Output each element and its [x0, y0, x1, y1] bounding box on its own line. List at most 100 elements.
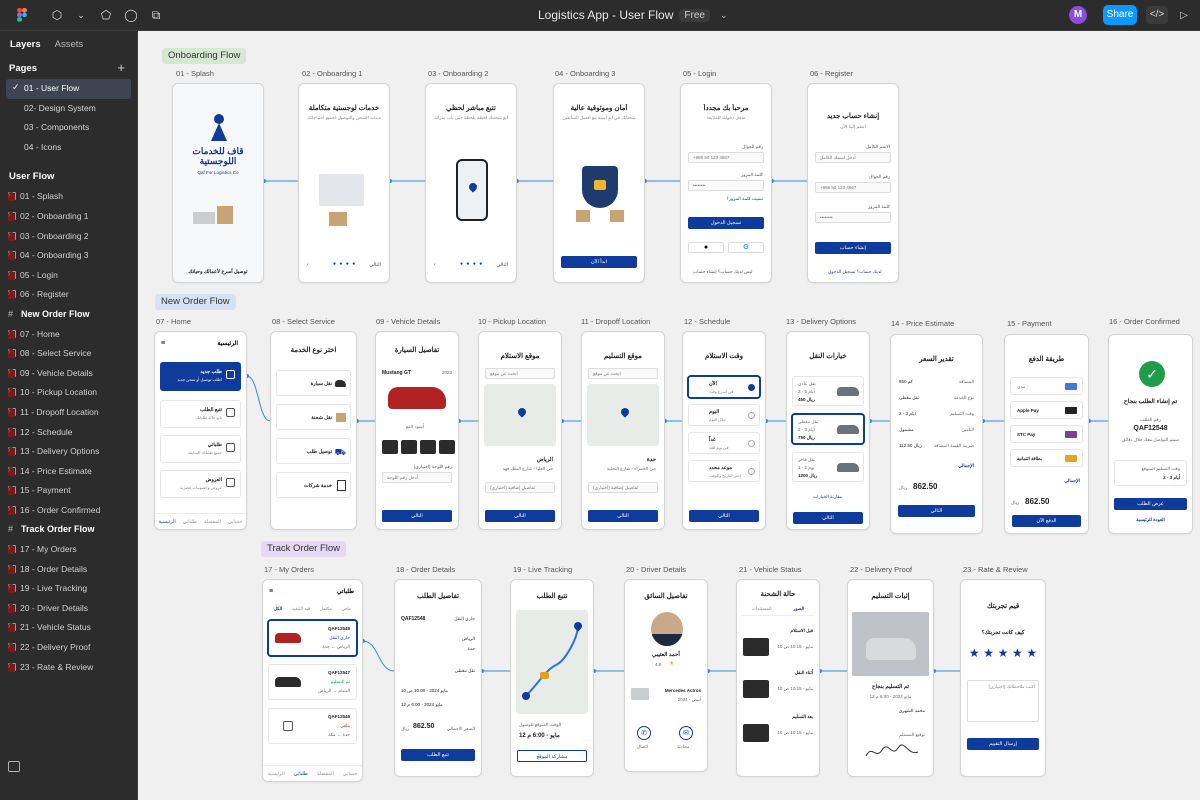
view-order-button[interactable]: عرض الطلب — [1114, 498, 1187, 510]
schedule-option[interactable]: موعد محدد اختر التاريخ والوقت — [688, 460, 760, 482]
next-button[interactable]: التالي — [588, 510, 658, 522]
layer-frame[interactable]: › 12 - Schedule — [0, 423, 137, 443]
file-title[interactable]: Logistics App - User Flow — [538, 8, 673, 22]
chevron-right-icon[interactable]: › — [8, 368, 15, 378]
next-button[interactable]: التالي — [898, 505, 975, 517]
star-rating[interactable]: ★ ★ ★ ★ ★ — [967, 646, 1039, 660]
chevron-right-icon[interactable]: › — [8, 466, 15, 476]
delivery-photo[interactable] — [852, 612, 929, 676]
chevron-right-icon[interactable]: › — [8, 505, 15, 515]
nav-orders[interactable]: طلباتي — [183, 519, 197, 525]
register-button[interactable]: إنشاء حساب — [815, 242, 891, 254]
nav-orders[interactable]: طلباتي — [294, 771, 308, 777]
frame-onboarding-2[interactable]: تتبع مباشر لحظي تابع شحنتك لحظة بلحظة حت… — [425, 83, 517, 283]
back-home-link[interactable]: العودة للرئيسية — [1109, 517, 1192, 523]
password-field[interactable]: •••••••• — [815, 212, 891, 223]
next-button[interactable]: التالي — [793, 512, 863, 524]
plate-field[interactable]: أدخل رقم اللوحة — [382, 472, 452, 483]
avatar[interactable]: M — [1069, 6, 1087, 24]
star-icon[interactable]: ★ — [998, 646, 1009, 660]
chevron-right-icon[interactable]: › — [8, 603, 15, 613]
layer-frame[interactable]: › 09 - Vehicle Details — [0, 364, 137, 384]
page-item[interactable]: 02- Design System — [0, 99, 137, 119]
service-option[interactable]: خدمة شركات — [276, 472, 351, 498]
chevron-right-icon[interactable]: › — [8, 643, 15, 653]
panel-toggle-icon[interactable] — [8, 761, 20, 772]
google-icon[interactable]: G — [728, 242, 764, 253]
schedule-option[interactable]: الآن في أسرع وقت — [688, 376, 760, 398]
shape-tool-icon[interactable]: ⬠ — [98, 7, 114, 23]
nav-account[interactable]: حسابي — [343, 771, 358, 777]
frame-payment[interactable]: طريقة الدفع مدى Apple Pay STC Pay بطاقة … — [1004, 334, 1089, 534]
thumb-image[interactable] — [382, 440, 398, 454]
layer-frame[interactable]: › 11 - Dropoff Location — [0, 403, 137, 423]
payment-method[interactable]: مدى — [1010, 377, 1083, 395]
comment-field[interactable]: أكتب ملاحظاتك (اختياري) — [967, 680, 1039, 722]
layer-frame[interactable]: › 13 - Delivery Options — [0, 442, 137, 462]
service-option[interactable]: نقل شحنة — [276, 404, 351, 430]
frame-driver-details[interactable]: تفاصيل السائق أحمد العتيبي 4.8 ★ Mercede… — [624, 579, 708, 772]
frame-vehicle-status[interactable]: حالة الشحنة المستندات الصور قبل الاستلام… — [736, 579, 820, 777]
schedule-option[interactable]: غداً في يوم الغد — [688, 432, 760, 454]
chevron-right-icon[interactable]: › — [8, 662, 15, 672]
payment-method[interactable]: STC Pay — [1010, 425, 1083, 443]
layer-frame[interactable]: › 04 - Onboarding 3 — [0, 246, 137, 266]
compare-link[interactable]: مقارنة الخيارات — [813, 494, 842, 500]
frame-login[interactable]: مرحباً بك مجدداً سجل دخولك للمتابعة رقم … — [680, 83, 772, 283]
menu-icon[interactable]: ≡ — [269, 588, 273, 595]
chevron-right-icon[interactable]: › — [8, 447, 15, 457]
tab-completed[interactable]: مكتمل — [320, 606, 332, 612]
figma-logo-icon[interactable] — [14, 7, 30, 23]
thumb-image[interactable] — [401, 440, 417, 454]
chevron-right-icon[interactable]: › — [8, 290, 15, 300]
track-order-button[interactable]: تتبع الطلب — [401, 749, 475, 761]
design-canvas[interactable]: Onboarding Flow New Order Flow Track Ord… — [138, 31, 1200, 800]
frame-rate-review[interactable]: قيم تجربتك كيف كانت تجربتك؟ ★ ★ ★ ★ ★ أكتب م… — [960, 579, 1046, 777]
chevron-right-icon[interactable]: › — [8, 231, 15, 241]
chevron-right-icon[interactable]: › — [8, 251, 15, 261]
star-icon[interactable]: ★ — [1026, 646, 1037, 660]
layer-section[interactable]: # New Order Flow — [0, 305, 137, 325]
thumb-image[interactable] — [439, 440, 455, 454]
frame-delivery-options[interactable]: خيارات النقل نقل عادي 3 - 5 أيام 450 ريا… — [786, 331, 870, 530]
order-card[interactable]: QAF12546 ملغي جدة ← مكة — [268, 708, 357, 744]
notes-field[interactable]: تفاصيل إضافية (اختياري) — [588, 482, 658, 493]
order-card[interactable]: QAF12548 جاري النقل الرياض ← جدة — [268, 620, 357, 656]
photo-thumb[interactable] — [743, 680, 769, 698]
chevron-left-icon[interactable]: ‹ — [307, 262, 309, 268]
section-track-order-flow[interactable]: Track Order Flow — [261, 541, 347, 557]
chevron-right-icon[interactable]: › — [8, 564, 15, 574]
notes-field[interactable]: تفاصيل إضافية (اختياري) — [485, 482, 555, 493]
order-card[interactable]: QAF12547 تم التسليم الدمام ← الرياض — [268, 664, 357, 700]
page-item[interactable]: ✓ 01 - User Flow — [6, 79, 131, 99]
layer-frame[interactable]: › 23 - Rate & Review — [0, 658, 137, 678]
next-link[interactable]: التالي — [496, 262, 508, 268]
next-button[interactable]: التالي — [485, 510, 555, 522]
delivery-option[interactable]: نقل فاخر 1 - 2 يوم 1200 ريال — [792, 452, 864, 482]
thumb-image[interactable] — [420, 440, 436, 454]
layer-frame[interactable]: › 08 - Select Service — [0, 344, 137, 364]
section-new-order-flow[interactable]: New Order Flow — [155, 294, 236, 310]
frame-home[interactable]: ≡ الرئيسية طلب جديد اطلب توصيل أو شحن جد… — [154, 331, 247, 530]
share-location-button[interactable]: مشاركة الموقع — [517, 750, 587, 762]
chevron-right-icon[interactable]: › — [8, 407, 15, 417]
frame-onboarding-3[interactable]: أمان وموثوقية عالية شحناتك في أيدٍ أمينة… — [553, 83, 645, 283]
frame-onboarding-1[interactable]: خدمات لوجستية متكاملة خدمات الشحن والتوص… — [298, 83, 390, 283]
chevron-right-icon[interactable]: › — [8, 584, 15, 594]
tab-photos[interactable]: الصور — [793, 606, 804, 612]
photo-thumb[interactable] — [743, 638, 769, 656]
layer-frame[interactable]: › 07 - Home — [0, 325, 137, 345]
chevron-right-icon[interactable]: › — [8, 545, 15, 555]
register-link[interactable]: ليس لديك حساب؟ إنشاء حساب — [693, 269, 752, 275]
layer-frame[interactable]: › 18 - Order Details — [0, 560, 137, 580]
star-icon[interactable]: ★ — [983, 646, 994, 660]
schedule-option[interactable]: اليوم خلال اليوم — [688, 404, 760, 426]
frame-splash[interactable]: قاف للخدمات اللوجستية Qaf For Logistics … — [172, 83, 264, 283]
frame-live-tracking[interactable]: تتبع الطلب الوقت المتوقع للوصول 12 مايو … — [510, 579, 594, 777]
frame-delivery-proof[interactable]: إثبات التسليم تم التسليم بنجاح 12 مايو 2… — [847, 579, 934, 777]
nav-favorites[interactable]: المفضلة — [317, 771, 334, 777]
next-link[interactable]: التالي — [369, 262, 381, 268]
get-started-button[interactable]: ابدأ الآن — [561, 256, 637, 268]
photo-thumb[interactable] — [743, 724, 769, 742]
chevron-right-icon[interactable]: › — [8, 427, 15, 437]
